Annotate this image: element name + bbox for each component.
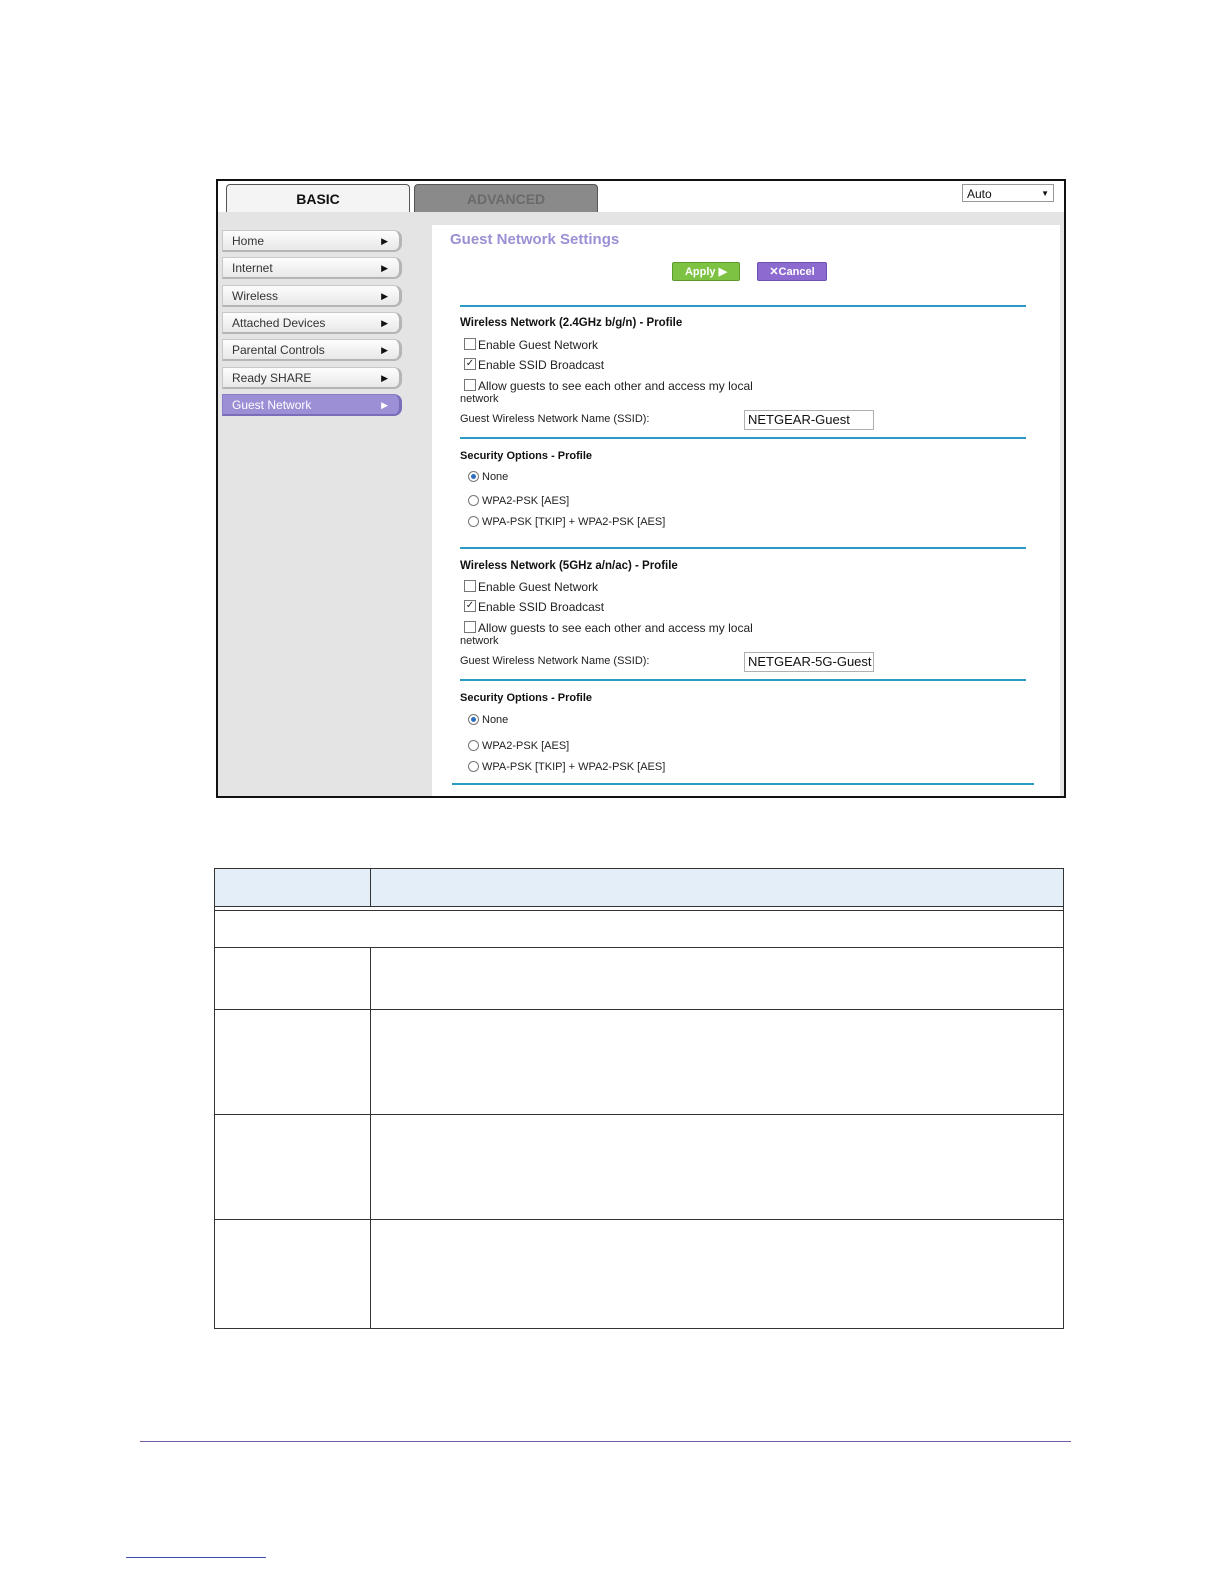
cancel-button[interactable]: ✕Cancel [757,262,827,281]
allow-guests-5-label-cont: network [460,635,499,647]
ssid-broadcast-24-label: Enable SSID Broadcast [478,358,605,372]
top-bar: BASIC ADVANCED Auto ▼ [218,181,1064,212]
sidebar-item-guest-network[interactable]: Guest Network ▶ [222,394,402,416]
divider [460,305,1026,307]
enable-guest-network-5-label: Enable Guest Network [478,580,599,594]
content-panel: Guest Network Settings Apply ▶ ✕Cancel W… [432,225,1060,796]
divider [460,547,1026,549]
apply-button[interactable]: Apply ▶ [672,262,740,281]
table-header-row [215,869,1063,907]
sidebar-item-label: Home [232,234,265,248]
ssid-broadcast-5-checkbox[interactable]: ✓ [464,600,476,612]
arrow-right-icon: ▶ [381,318,388,328]
page-title: Guest Network Settings [450,231,620,248]
security-5-wpa2-label: WPA2-PSK [AES] [482,740,570,752]
security-24-none-label: None [482,471,509,483]
footer-divider [140,1441,1071,1442]
chevron-down-icon: ▼ [1041,189,1049,198]
arrow-right-icon: ▶ [381,236,388,246]
sidebar-item-parental-controls[interactable]: Parental Controls ▶ [222,339,402,361]
settings-table [214,868,1064,1329]
security-24-mixed-radio[interactable] [468,516,479,527]
security-24-wpa2-label: WPA2-PSK [AES] [482,495,570,507]
table-row-divider [215,1219,1063,1220]
table-row-divider [215,1114,1063,1115]
allow-guests-5-label: Allow guests to see each other and acces… [478,621,753,635]
tab-advanced[interactable]: ADVANCED [414,184,598,212]
divider [452,783,1034,785]
arrow-right-icon: ▶ [381,345,388,355]
enable-guest-network-24-label: Enable Guest Network [478,338,599,352]
security-5-mixed-label: WPA-PSK [TKIP] + WPA2-PSK [AES] [482,761,666,773]
ssid-5-label: Guest Wireless Network Name (SSID): [460,655,650,667]
divider [460,679,1026,681]
checkmark-icon: ✓ [465,358,475,369]
sidebar-item-readyshare[interactable]: Ready SHARE ▶ [222,367,402,389]
security-heading-24ghz: Security Options - Profile [460,450,593,462]
sidebar-item-label: Guest Network [232,398,312,412]
section-heading-24ghz: Wireless Network (2.4GHz b/g/n) - Profil… [460,317,683,329]
section-heading-5ghz: Wireless Network (5GHz a/n/ac) - Profile [460,560,678,572]
arrow-right-icon: ▶ [381,373,388,383]
table-column-divider [370,869,371,906]
router-screenshot: BASIC ADVANCED Auto ▼ Home ▶ Internet ▶ … [216,179,1066,798]
ssid-24-label: Guest Wireless Network Name (SSID): [460,413,650,425]
sidebar-item-attached-devices[interactable]: Attached Devices ▶ [222,312,402,334]
sidebar-item-internet[interactable]: Internet ▶ [222,257,402,279]
arrow-right-icon: ▶ [381,263,388,273]
language-select[interactable]: Auto ▼ [962,184,1054,202]
main-area: Home ▶ Internet ▶ Wireless ▶ Attached De… [218,212,1064,796]
arrow-right-icon: ▶ [381,400,388,410]
sidebar-item-label: Ready SHARE [232,371,312,385]
security-24-wpa2-radio[interactable] [468,495,479,506]
sidebar-item-label: Parental Controls [232,343,325,357]
sidebar-item-wireless[interactable]: Wireless ▶ [222,285,402,307]
enable-guest-network-5-checkbox[interactable] [464,580,476,592]
divider [460,437,1026,439]
ssid-broadcast-5-label: Enable SSID Broadcast [478,600,605,614]
enable-guest-network-24-checkbox[interactable] [464,338,476,350]
tab-basic[interactable]: BASIC [226,184,410,212]
security-24-mixed-label: WPA-PSK [TKIP] + WPA2-PSK [AES] [482,516,666,528]
allow-guests-24-checkbox[interactable] [464,379,476,391]
arrow-right-icon: ▶ [381,291,388,301]
ssid-5-input[interactable]: NETGEAR-5G-Guest [744,652,874,672]
security-heading-5ghz: Security Options - Profile [460,692,593,704]
sidebar-item-label: Attached Devices [232,316,326,330]
sidebar-item-home[interactable]: Home ▶ [222,230,402,252]
allow-guests-24-label: Allow guests to see each other and acces… [478,379,753,393]
ssid-24-input[interactable]: NETGEAR-Guest [744,410,874,430]
security-24-none-radio[interactable] [468,471,479,482]
allow-guests-5-checkbox[interactable] [464,621,476,633]
table-row-divider [215,947,1063,948]
allow-guests-24-label-cont: network [460,393,499,405]
sidebar-item-label: Internet [232,261,273,275]
security-5-mixed-radio[interactable] [468,761,479,772]
language-select-value: Auto [967,187,992,201]
footer-link-underline[interactable] [126,1557,266,1558]
security-5-wpa2-radio[interactable] [468,740,479,751]
table-row-divider [215,1009,1063,1010]
checkmark-icon: ✓ [465,600,475,611]
table-row-divider [215,910,1063,911]
security-5-none-radio[interactable] [468,714,479,725]
sidebar-item-label: Wireless [232,289,279,303]
security-5-none-label: None [482,714,509,726]
table-column-divider [370,948,371,1329]
ssid-broadcast-24-checkbox[interactable]: ✓ [464,358,476,370]
